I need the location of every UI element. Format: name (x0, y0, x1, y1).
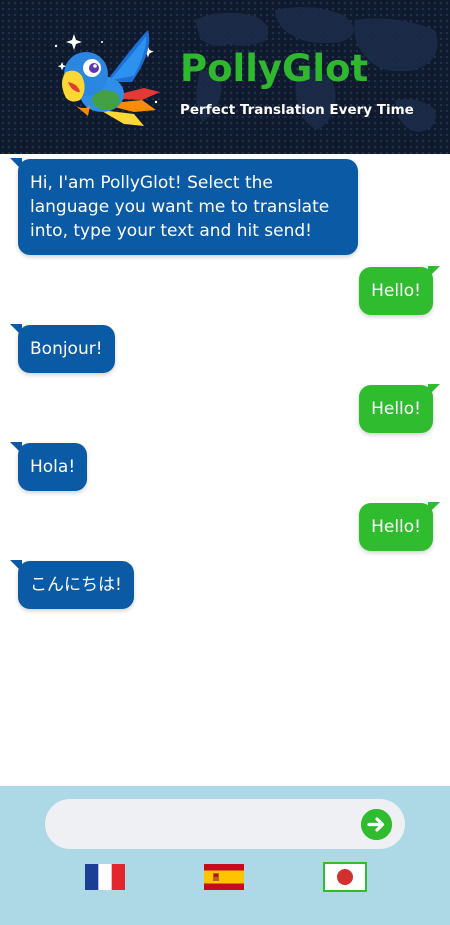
france-flag-icon (85, 864, 125, 890)
bot-message: Hola! (18, 443, 88, 491)
bot-message: Hi, I'am PollyGlot! Select the language … (18, 159, 358, 255)
chat-area: Hi, I'am PollyGlot! Select the language … (0, 154, 450, 786)
message-input[interactable] (65, 799, 355, 849)
flag-french-button[interactable] (83, 862, 127, 892)
message-input-container (45, 799, 405, 849)
send-button[interactable] (361, 809, 392, 840)
app-header: PollyGlot Perfect Translation Every Time (0, 0, 450, 154)
app-title: PollyGlot (180, 47, 369, 90)
spain-flag-icon (204, 864, 244, 890)
japan-flag-icon (325, 864, 365, 890)
bot-message: Bonjour! (18, 325, 115, 373)
bot-message: こんにちは! (18, 561, 134, 609)
user-message: Hello! (359, 503, 433, 551)
user-message: Hello! (359, 267, 433, 315)
flag-japanese-button[interactable] (323, 862, 367, 892)
user-message: Hello! (359, 385, 433, 433)
flag-spanish-button[interactable] (202, 862, 246, 892)
app-subtitle: Perfect Translation Every Time (180, 102, 414, 118)
arrow-right-icon (361, 809, 392, 840)
composer-panel (0, 786, 450, 925)
parrot-icon (54, 30, 160, 126)
